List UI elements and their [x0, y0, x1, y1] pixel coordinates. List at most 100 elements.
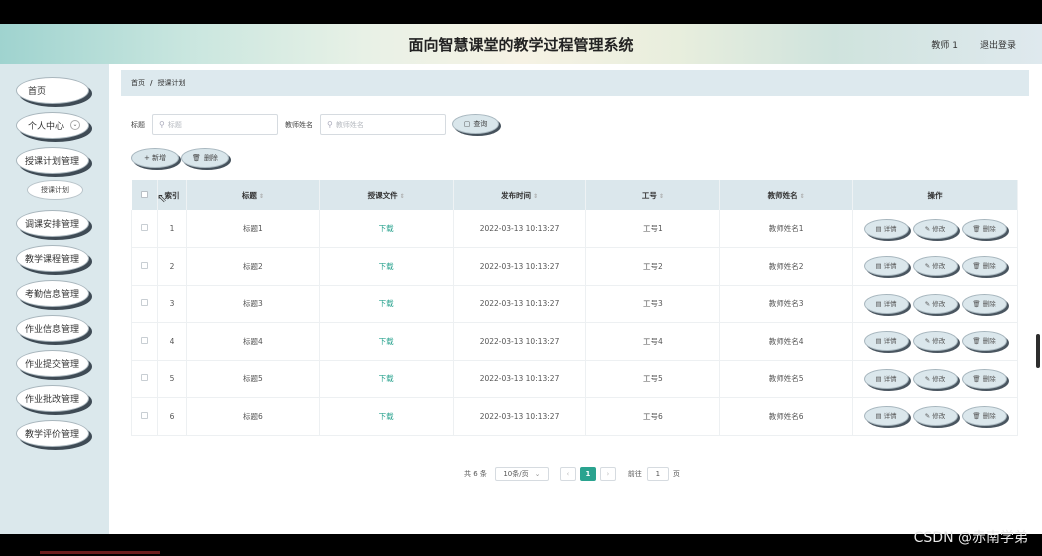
chevron-down-icon: ⌄: [534, 470, 541, 478]
sort-icon: ⇕: [533, 192, 539, 200]
teaching-plan-table: 索引 标题 ⇕ 授课文件 ⇕ 发布时间 ⇕ 工号 ⇕ 教师姓名 ⇕ 操作 1 标题1 下载 20…: [131, 180, 1018, 436]
sidebar-item-attendance-mgmt[interactable]: 考勤信息管理: [16, 280, 89, 307]
sidebar-item-profile[interactable]: 个人中心 ⌄: [16, 112, 89, 139]
download-link[interactable]: 下载: [379, 374, 394, 383]
col-publish-time[interactable]: 发布时间 ⇕: [453, 180, 587, 210]
table-header-row: 索引 标题 ⇕ 授课文件 ⇕ 发布时间 ⇕ 工号 ⇕ 教师姓名 ⇕ 操作: [131, 180, 1018, 210]
download-link[interactable]: 下载: [379, 299, 394, 308]
delete-button-label: 删除: [203, 154, 218, 162]
sidebar-item-schedule-mgmt[interactable]: 调课安排管理: [16, 210, 89, 237]
detail-button[interactable]: ▤ 详情: [863, 256, 909, 277]
detail-button[interactable]: ▤ 详情: [863, 331, 909, 352]
select-all-checkbox[interactable]: [131, 180, 158, 210]
teacher-search-input[interactable]: ⚲ 教师姓名: [320, 114, 446, 135]
sidebar-item-homework-submit-mgmt[interactable]: 作业提交管理: [16, 350, 89, 377]
page-number-current[interactable]: 1: [579, 467, 596, 481]
cell-index: 3: [157, 285, 187, 323]
main-content: 首页 / 授课计划 标题 ⚲ 标题 教师姓名 ⚲ 教师姓名 ▢ 查询 + 新增 🗑 删除…: [109, 64, 1042, 534]
detail-button[interactable]: ▤ 详情: [863, 406, 909, 427]
sidebar-item-label: 作业提交管理: [25, 360, 80, 370]
row-checkbox[interactable]: [131, 360, 158, 398]
row-checkbox[interactable]: [131, 397, 158, 436]
edit-button[interactable]: ✎ 修改: [912, 218, 958, 239]
cell-title: 标题6: [186, 397, 320, 436]
row-checkbox[interactable]: [131, 210, 158, 248]
cell-index: 1: [157, 210, 187, 248]
sort-icon: ⇕: [658, 192, 664, 200]
query-button-label: 查询: [473, 120, 488, 128]
batch-delete-button[interactable]: 🗑 删除: [181, 148, 229, 168]
detail-button[interactable]: ▤ 详情: [863, 218, 909, 239]
row-checkbox[interactable]: [131, 285, 158, 323]
add-button[interactable]: + 新增: [131, 148, 179, 168]
cell-file: 下载: [319, 360, 454, 398]
col-teacher-name[interactable]: 教师姓名 ⇕: [719, 180, 854, 210]
prev-page-button[interactable]: ‹: [559, 467, 576, 481]
page-size-select[interactable]: 10条/页 ⌄: [494, 467, 549, 481]
download-link[interactable]: 下载: [379, 262, 394, 271]
sidebar-item-label: 调课安排管理: [25, 220, 80, 230]
sidebar-item-teaching-plan-mgmt[interactable]: 授课计划管理: [16, 147, 89, 174]
download-link[interactable]: 下载: [379, 224, 394, 233]
cell-teacher-name: 教师姓名4: [719, 322, 854, 361]
top-header: 面向智慧课堂的教学过程管理系统 教师 1 退出登录: [0, 24, 1042, 64]
sidebar-item-course-mgmt[interactable]: 教学课程管理: [16, 245, 89, 272]
sidebar-item-label: 教学评价管理: [25, 430, 80, 440]
cell-file: 下载: [319, 210, 454, 248]
cell-staff-id: 工号6: [585, 397, 721, 436]
logout-link[interactable]: 退出登录: [980, 38, 1016, 51]
next-page-button[interactable]: ›: [599, 467, 616, 481]
cell-teacher-name: 教师姓名2: [719, 247, 854, 286]
table-row: 5 标题5 下载 2022-03-13 10:13:27 工号5 教师姓名5 ▤ 详情 ✎ 修…: [131, 360, 1018, 398]
delete-button[interactable]: 🗑 删除: [961, 293, 1007, 314]
cell-teacher-name: 教师姓名3: [719, 285, 854, 323]
sidebar-item-home[interactable]: 首页: [16, 77, 89, 104]
delete-button[interactable]: 🗑 删除: [961, 406, 1007, 427]
col-actions: 操作: [852, 180, 1018, 210]
detail-button[interactable]: ▤ 详情: [863, 368, 909, 389]
pagination: 共 6 条 10条/页 ⌄ ‹ 1 › 前往 1 页: [464, 467, 680, 481]
edit-button[interactable]: ✎ 修改: [912, 331, 958, 352]
search-icon: ⚲: [159, 120, 165, 129]
cell-publish-time: 2022-03-13 10:13:27: [453, 322, 587, 361]
sidebar-subitem-teaching-plan[interactable]: 授课计划: [27, 180, 83, 200]
delete-button[interactable]: 🗑 删除: [961, 331, 1007, 352]
download-link[interactable]: 下载: [379, 412, 394, 421]
col-file[interactable]: 授课文件 ⇕: [319, 180, 454, 210]
delete-button[interactable]: 🗑 删除: [961, 218, 1007, 239]
delete-button[interactable]: 🗑 删除: [961, 368, 1007, 389]
goto-page-input[interactable]: 1: [646, 467, 669, 481]
edit-button[interactable]: ✎ 修改: [912, 293, 958, 314]
cell-staff-id: 工号3: [585, 285, 721, 323]
edit-button[interactable]: ✎ 修改: [912, 256, 958, 277]
cell-index: 5: [157, 360, 187, 398]
cell-actions: ▤ 详情 ✎ 修改 🗑 删除: [852, 247, 1018, 286]
breadcrumb-home[interactable]: 首页: [131, 78, 145, 88]
cell-actions: ▤ 详情 ✎ 修改 🗑 删除: [852, 210, 1018, 248]
cell-title: 标题1: [186, 210, 320, 248]
detail-button[interactable]: ▤ 详情: [863, 293, 909, 314]
current-user: 教师 1: [931, 41, 958, 51]
sidebar-item-homework-grading-mgmt[interactable]: 作业批改管理: [16, 385, 89, 412]
cell-staff-id: 工号2: [585, 247, 721, 286]
row-checkbox[interactable]: [131, 322, 158, 361]
sidebar-item-label: 授课计划管理: [25, 157, 80, 167]
query-button[interactable]: ▢ 查询: [452, 114, 499, 134]
delete-button[interactable]: 🗑 删除: [961, 256, 1007, 277]
edit-button[interactable]: ✎ 修改: [912, 368, 958, 389]
sidebar-item-homework-info-mgmt[interactable]: 作业信息管理: [16, 315, 89, 342]
title-search-input[interactable]: ⚲ 标题: [152, 114, 278, 135]
col-staff-id[interactable]: 工号 ⇕: [585, 180, 721, 210]
download-link[interactable]: 下载: [379, 337, 394, 346]
sidebar-item-evaluation-mgmt[interactable]: 教学评价管理: [16, 420, 89, 447]
edit-button[interactable]: ✎ 修改: [912, 406, 958, 427]
cell-teacher-name: 教师姓名5: [719, 360, 854, 398]
sidebar-item-label: 作业信息管理: [25, 325, 80, 335]
row-checkbox[interactable]: [131, 247, 158, 286]
mouse-cursor-icon: ⇖: [157, 191, 168, 205]
cell-index: 6: [157, 397, 187, 436]
table-row: 4 标题4 下载 2022-03-13 10:13:27 工号4 教师姓名4 ▤ 详情 ✎ 修…: [131, 322, 1018, 361]
scrollbar-thumb[interactable]: [1036, 334, 1040, 368]
col-title[interactable]: 标题 ⇕: [186, 180, 320, 210]
cell-publish-time: 2022-03-13 10:13:27: [453, 247, 587, 286]
